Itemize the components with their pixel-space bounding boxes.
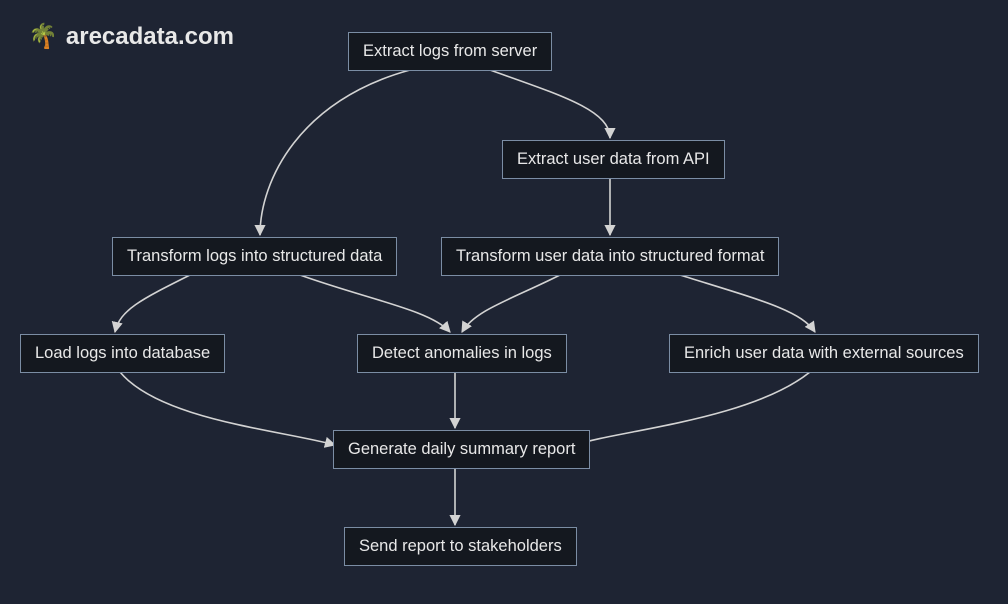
node-extract-logs: Extract logs from server — [348, 32, 552, 71]
edge-extract-logs-to-transform-logs — [260, 70, 410, 235]
edge-load-logs-to-generate-report — [120, 372, 335, 445]
edge-transform-logs-to-detect-anomalies — [300, 275, 450, 332]
node-transform-logs: Transform logs into structured data — [112, 237, 397, 276]
edge-enrich-user-to-generate-report — [575, 372, 810, 445]
edge-transform-user-to-detect-anomalies — [462, 275, 560, 332]
node-send-report: Send report to stakeholders — [344, 527, 577, 566]
node-enrich-user: Enrich user data with external sources — [669, 334, 979, 373]
flowchart-edges — [0, 0, 1008, 604]
node-detect-anomalies: Detect anomalies in logs — [357, 334, 567, 373]
node-transform-user: Transform user data into structured form… — [441, 237, 779, 276]
edge-transform-logs-to-load-logs — [115, 275, 190, 332]
node-extract-user: Extract user data from API — [502, 140, 725, 179]
node-generate-report: Generate daily summary report — [333, 430, 590, 469]
edge-transform-user-to-enrich-user — [680, 275, 815, 332]
node-load-logs: Load logs into database — [20, 334, 225, 373]
edge-extract-logs-to-extract-user — [490, 70, 610, 138]
